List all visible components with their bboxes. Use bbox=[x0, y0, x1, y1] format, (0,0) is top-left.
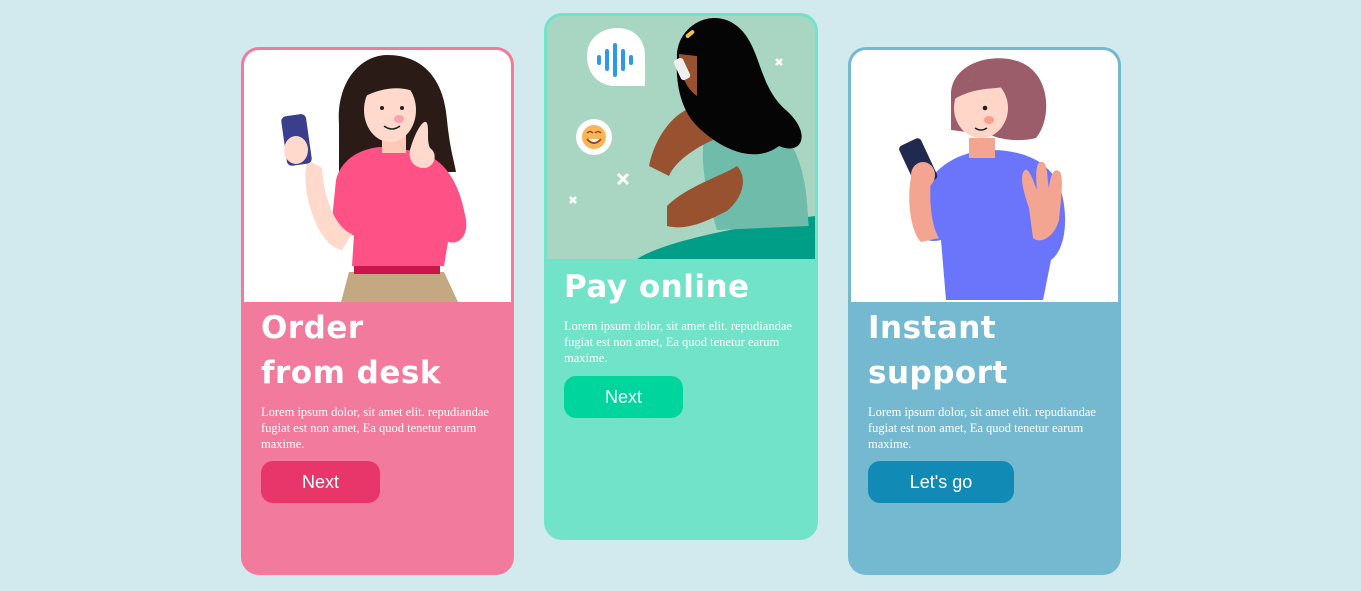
next-button[interactable]: Next bbox=[564, 376, 683, 418]
card-title-line1: Instant bbox=[868, 310, 997, 346]
order-card: Order from desk Lorem ipsum dolor, sit a… bbox=[241, 47, 514, 575]
next-button[interactable]: Next bbox=[261, 461, 380, 503]
pay-card: Pay online Lorem ipsum dolor, sit amet e… bbox=[544, 13, 818, 540]
card-title: Pay online bbox=[564, 265, 750, 310]
woman-with-phone-illustration bbox=[244, 50, 511, 302]
card-description: Lorem ipsum dolor, sit amet elit. repudi… bbox=[868, 405, 1096, 451]
woman-on-phone-call-illustration bbox=[547, 16, 815, 259]
smile-emoji-icon bbox=[576, 119, 612, 155]
voice-wave-icon bbox=[587, 28, 645, 86]
card-title-line2: from desk bbox=[261, 355, 441, 391]
support-card: Instant support Lorem ipsum dolor, sit a… bbox=[848, 47, 1121, 575]
card-title: Order from desk bbox=[261, 306, 441, 396]
lets-go-button[interactable]: Let's go bbox=[868, 461, 1014, 503]
woman-waving-with-phone-illustration bbox=[851, 50, 1118, 302]
card-description: Lorem ipsum dolor, sit amet elit. repudi… bbox=[261, 405, 489, 451]
card-title: Instant support bbox=[868, 306, 1008, 396]
card-title-line1: Pay online bbox=[564, 269, 750, 305]
card-title-line2: support bbox=[868, 355, 1008, 391]
card-description: Lorem ipsum dolor, sit amet elit. repudi… bbox=[564, 319, 792, 365]
card-title-line1: Order bbox=[261, 310, 364, 346]
